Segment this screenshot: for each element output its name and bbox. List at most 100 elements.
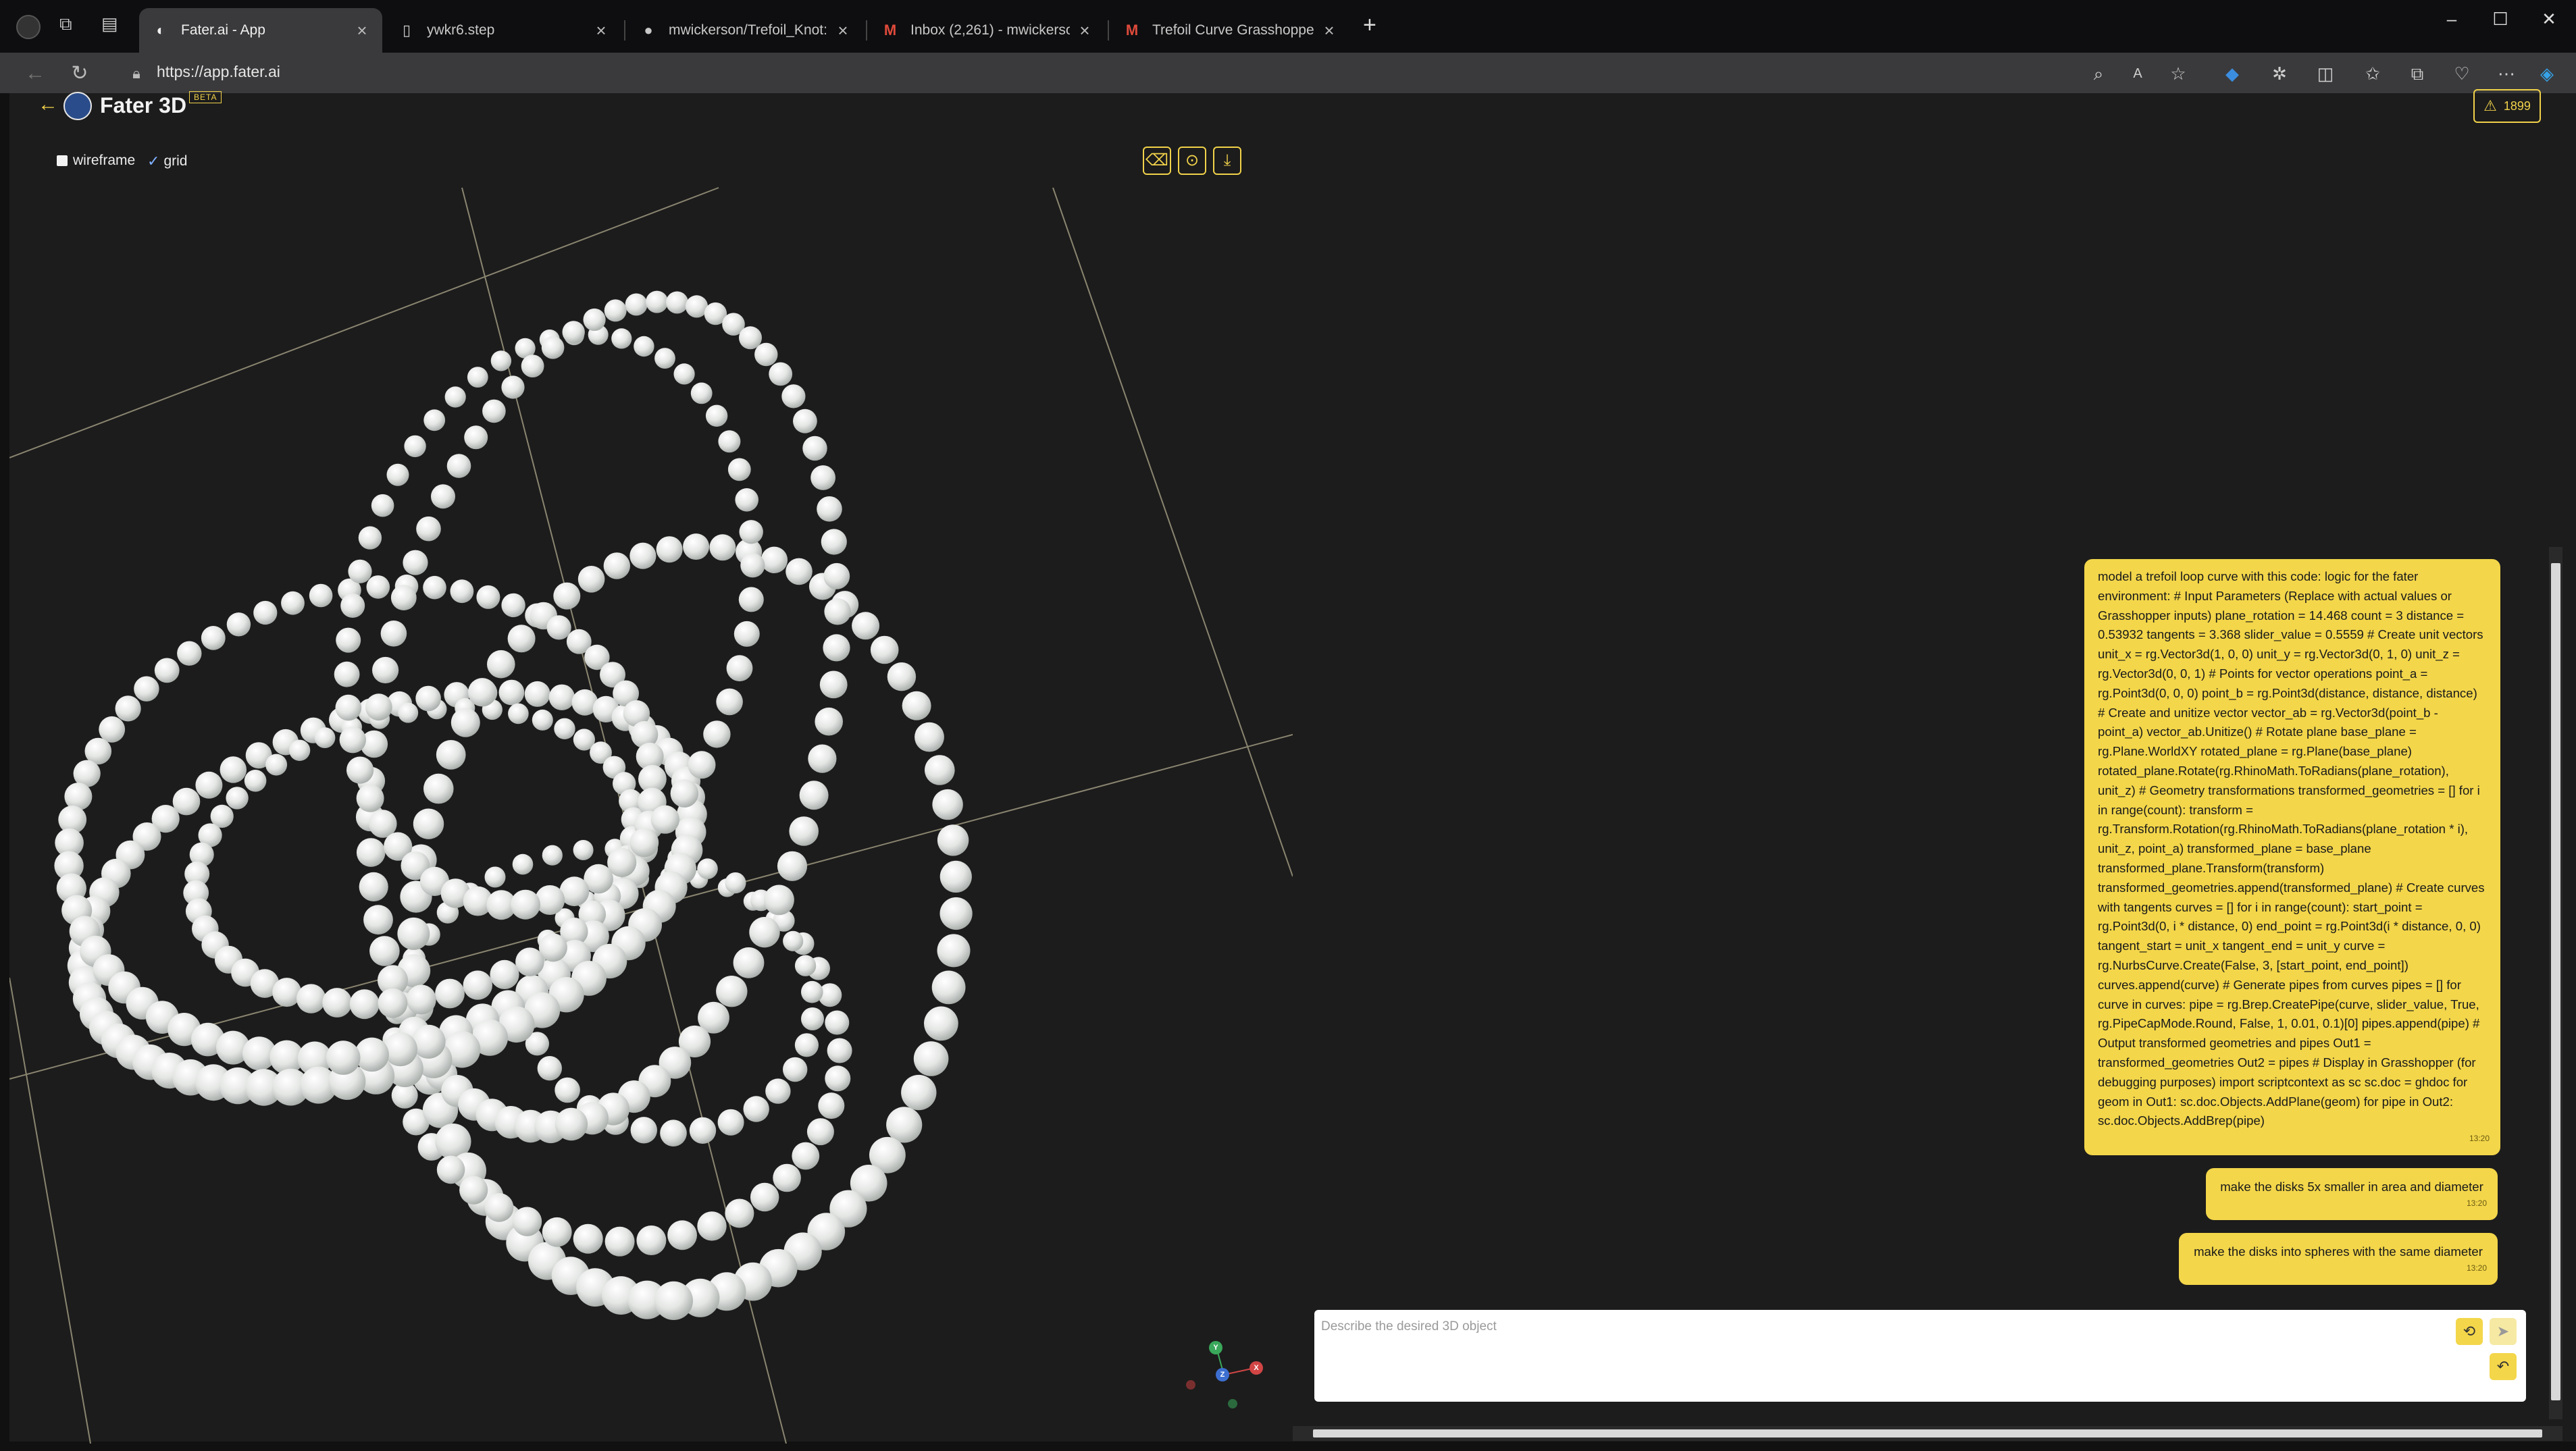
back-icon[interactable]: ← xyxy=(20,59,50,88)
more-icon[interactable]: ⋯ xyxy=(2494,61,2519,86)
sphere xyxy=(542,845,563,866)
sphere xyxy=(740,553,765,578)
sphere xyxy=(727,458,751,481)
sphere xyxy=(423,409,446,431)
sphere xyxy=(436,740,466,770)
tab-divider xyxy=(624,20,625,41)
horizontal-scrollbar[interactable] xyxy=(1293,1426,2562,1441)
sphere xyxy=(939,860,972,893)
maximize-icon[interactable]: ☐ xyxy=(2480,5,2521,32)
sphere xyxy=(583,308,606,332)
credits-badge[interactable]: ⚠ 1899 xyxy=(2473,89,2541,123)
close-tab-icon[interactable]: × xyxy=(593,20,609,41)
undo-button[interactable]: ↶ xyxy=(2490,1353,2517,1380)
sphere xyxy=(810,465,835,490)
tab-github[interactable]: ● mwickerson/Trefoil_Knot: parame × xyxy=(627,8,863,53)
chat-message-user: make the disks into spheres with the sam… xyxy=(2179,1233,2498,1285)
y-axis-icon[interactable]: Y xyxy=(1209,1341,1222,1354)
check-icon[interactable]: ✓ xyxy=(147,153,159,170)
read-aloud-icon[interactable]: A xyxy=(2125,61,2150,86)
grid-toggle[interactable]: ✓ grid xyxy=(147,153,187,170)
sphere xyxy=(733,947,765,978)
tab-step-file[interactable]: ▯ ywkr6.step × xyxy=(385,8,621,53)
minimize-icon[interactable]: – xyxy=(2431,5,2472,32)
sphere xyxy=(646,290,669,313)
sphere xyxy=(667,1220,697,1250)
tab-fater-app[interactable]: ◐ Fater.ai - App × xyxy=(139,8,382,53)
puzzle-icon[interactable]: ✲ xyxy=(2267,61,2292,86)
sphere xyxy=(725,1198,754,1228)
gmail-icon: M xyxy=(1125,22,1139,38)
3d-scene[interactable] xyxy=(9,93,1293,1444)
performance-icon[interactable]: ♡ xyxy=(2449,61,2475,86)
sphere xyxy=(484,1193,514,1222)
neg-x-axis-icon[interactable] xyxy=(1186,1380,1195,1390)
sphere xyxy=(340,593,365,618)
close-tab-icon[interactable]: × xyxy=(835,20,851,41)
sphere xyxy=(115,695,141,722)
close-tab-icon[interactable]: × xyxy=(1321,20,1337,41)
sphere xyxy=(537,1056,562,1081)
x-axis-icon[interactable]: X xyxy=(1250,1361,1263,1375)
sphere xyxy=(322,988,352,1018)
collections-icon[interactable]: ⧉ xyxy=(2404,61,2430,86)
extension-icon[interactable]: ◆ xyxy=(2219,61,2245,86)
split-screen-icon[interactable]: ◫ xyxy=(2313,61,2338,86)
tab-gmail-inbox[interactable]: M Inbox (2,261) - mwickerson@kca × xyxy=(869,8,1105,53)
regenerate-button[interactable]: ⟲ xyxy=(2456,1318,2483,1345)
sphere xyxy=(501,593,525,618)
chat-scrollbar[interactable] xyxy=(2549,547,2562,1419)
sphere xyxy=(577,566,605,593)
sphere xyxy=(334,661,360,687)
sphere xyxy=(925,755,955,785)
neg-y-axis-icon[interactable] xyxy=(1228,1399,1237,1408)
axis-gizmo[interactable]: Y X Z xyxy=(1182,1337,1270,1418)
sphere xyxy=(703,720,731,748)
sphere xyxy=(383,1032,417,1067)
sphere xyxy=(749,917,780,948)
sphere xyxy=(683,533,710,560)
prompt-input[interactable]: Describe the desired 3D object ⟲ ➤ ↶ xyxy=(1314,1310,2526,1402)
profile-avatar[interactable] xyxy=(16,15,41,39)
close-tab-icon[interactable]: × xyxy=(1077,20,1093,41)
z-axis-icon[interactable]: Z xyxy=(1216,1368,1229,1381)
workspaces-icon[interactable]: ⧉ xyxy=(59,14,72,35)
wireframe-checkbox[interactable] xyxy=(57,155,68,166)
back-arrow-icon[interactable]: ← xyxy=(38,93,58,116)
sphere xyxy=(346,756,374,784)
sphere xyxy=(931,970,966,1005)
send-button[interactable]: ➤ xyxy=(2490,1318,2517,1345)
tab-divider xyxy=(1108,20,1109,41)
sphere xyxy=(326,1040,361,1075)
sphere xyxy=(673,363,695,385)
sphere xyxy=(555,1077,580,1103)
sphere xyxy=(349,989,380,1020)
chat-scrollbar-thumb[interactable] xyxy=(2551,563,2560,1400)
download-button[interactable]: ⤓ xyxy=(1213,147,1241,175)
favorites-icon[interactable]: ✩ xyxy=(2360,61,2386,86)
camera-button[interactable]: ⊙ xyxy=(1178,147,1206,175)
refresh-icon[interactable]: ↻ xyxy=(65,59,95,88)
eraser-button[interactable]: ⌫ xyxy=(1143,147,1171,175)
url-field[interactable]: https://app.fater.ai xyxy=(157,63,280,81)
close-window-icon[interactable]: ✕ xyxy=(2529,5,2569,32)
sphere xyxy=(705,404,728,427)
copilot-icon[interactable]: ◈ xyxy=(2534,61,2560,86)
sphere xyxy=(670,779,699,808)
favorite-icon[interactable]: ☆ xyxy=(2165,61,2191,86)
new-tab-button[interactable]: + xyxy=(1363,12,1376,38)
sphere xyxy=(336,627,361,653)
sphere xyxy=(501,375,525,399)
sphere xyxy=(690,382,713,404)
zoom-icon[interactable]: ⌕ xyxy=(2086,61,2111,86)
sphere xyxy=(541,336,565,359)
close-tab-icon[interactable]: × xyxy=(354,20,370,41)
wireframe-toggle[interactable]: wireframe xyxy=(57,153,135,169)
sphere xyxy=(783,930,804,951)
tab-gmail-trefoil[interactable]: M Trefoil Curve Grasshopper Script × xyxy=(1110,8,1349,53)
3d-viewport[interactable] xyxy=(9,93,1293,1444)
beta-badge: BETA xyxy=(189,91,222,103)
horizontal-scrollbar-thumb[interactable] xyxy=(1313,1429,2542,1437)
globe-icon: ◐ xyxy=(156,22,165,38)
vertical-tabs-icon[interactable]: ▤ xyxy=(101,14,118,34)
